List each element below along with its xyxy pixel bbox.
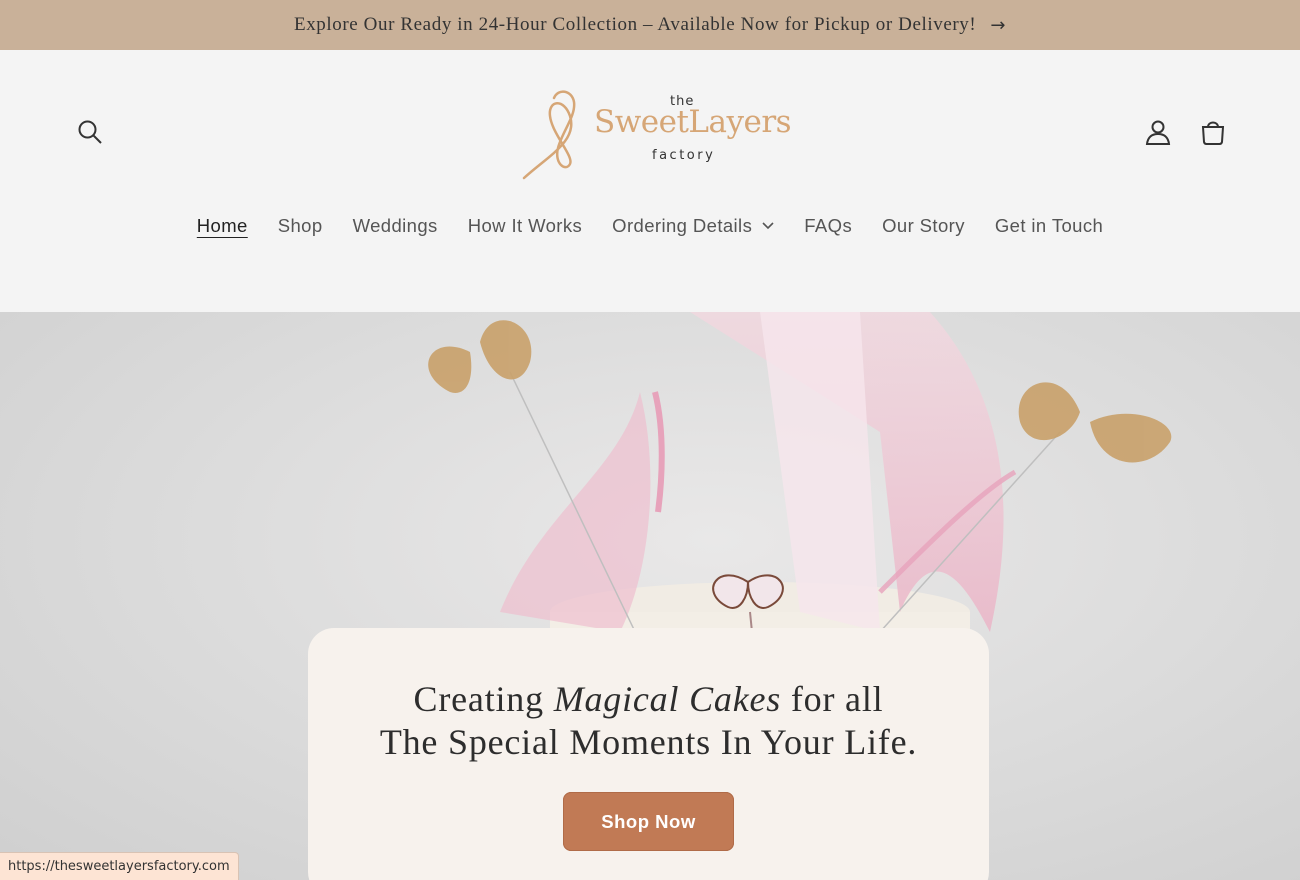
hero-line1-emphasis: Magical Cakes <box>553 679 782 719</box>
chevron-down-icon <box>762 222 774 230</box>
nav-how-it-works[interactable]: How It Works <box>468 215 582 237</box>
shop-now-button[interactable]: Shop Now <box>563 792 734 851</box>
announcement-text[interactable]: Explore Our Ready in 24-Hour Collection … <box>294 14 976 36</box>
user-icon[interactable] <box>1140 114 1176 150</box>
hero-heading: Creating Magical Cakes for all The Speci… <box>308 678 989 764</box>
nav-get-in-touch[interactable]: Get in Touch <box>995 215 1103 237</box>
main-nav: Home Shop Weddings How It Works Ordering… <box>0 215 1300 237</box>
hero-banner: Creating Magical Cakes for all The Speci… <box>0 312 1300 880</box>
status-bar-url: https://thesweetlayersfactory.com <box>0 852 239 880</box>
nav-ordering-details-label: Ordering Details <box>612 215 753 236</box>
nav-faqs[interactable]: FAQs <box>804 215 852 237</box>
logo-factory: factory <box>652 148 716 163</box>
arrow-right-icon[interactable]: → <box>990 15 1006 36</box>
nav-our-story[interactable]: Our Story <box>882 215 965 237</box>
announcement-bar[interactable]: Explore Our Ready in 24-Hour Collection … <box>0 0 1300 50</box>
hero-line2: The Special Moments In Your Life. <box>379 722 918 762</box>
nav-ordering-details[interactable]: Ordering Details <box>612 215 774 237</box>
site-logo[interactable]: the SweetLayers factory <box>518 86 792 186</box>
site-header: the SweetLayers factory Home Shop Weddin… <box>0 50 1300 312</box>
nav-shop[interactable]: Shop <box>278 215 323 237</box>
logo-wordmark: SweetLayers <box>594 104 792 140</box>
hero-line1-prefix: Creating <box>413 679 554 719</box>
nav-weddings[interactable]: Weddings <box>353 215 438 237</box>
search-icon[interactable] <box>72 114 108 150</box>
hero-card: Creating Magical Cakes for all The Speci… <box>308 628 989 880</box>
cart-icon[interactable] <box>1195 114 1231 150</box>
nav-home[interactable]: Home <box>197 215 248 237</box>
hero-line1-suffix: for all <box>781 679 884 719</box>
